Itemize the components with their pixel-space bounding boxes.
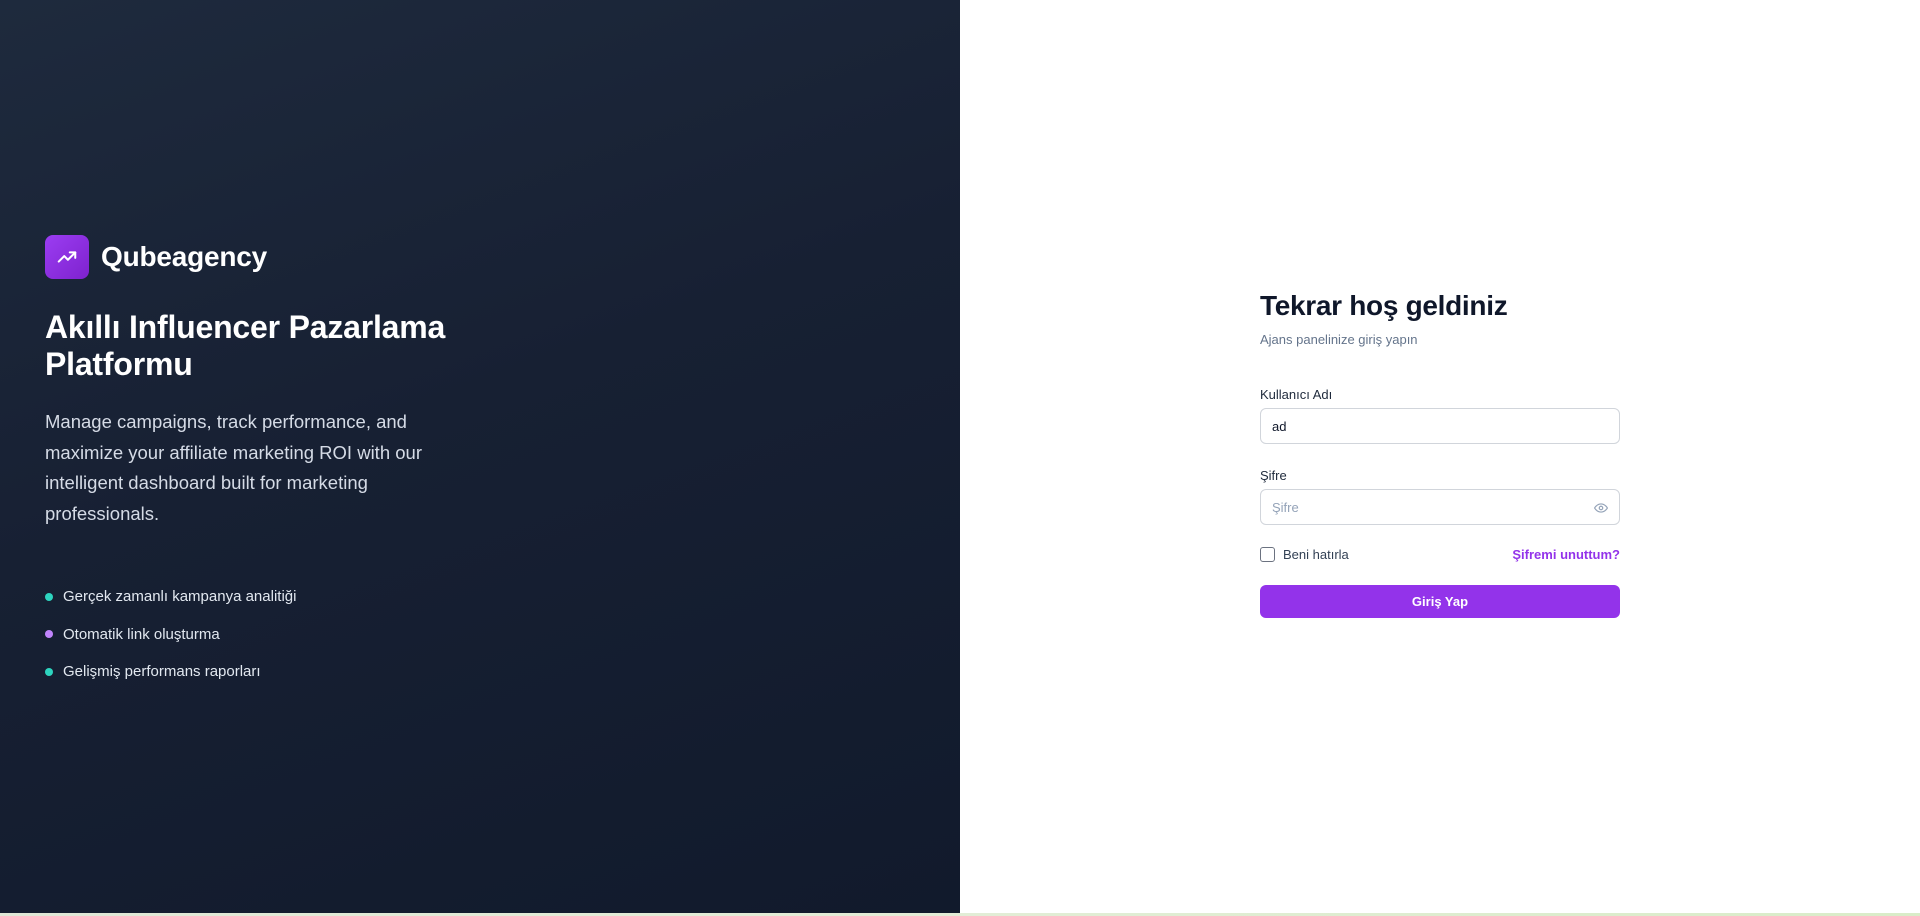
feature-item: Gerçek zamanlı kampanya analitiği xyxy=(45,578,465,616)
feature-label: Otomatik link oluşturma xyxy=(63,625,220,643)
username-input-wrapper xyxy=(1260,408,1620,444)
feature-list: Gerçek zamanlı kampanya analitiği Otomat… xyxy=(45,578,465,691)
feature-label: Gelişmiş performans raporları xyxy=(63,663,261,681)
login-subtitle: Ajans panelinize giriş yapın xyxy=(1260,332,1418,347)
username-input[interactable] xyxy=(1261,409,1619,443)
remember-label: Beni hatırla xyxy=(1283,547,1349,562)
username-label: Kullanıcı Adı xyxy=(1260,387,1333,402)
password-label: Şifre xyxy=(1260,468,1287,483)
password-field-group: Şifre xyxy=(1260,468,1620,525)
brand-name: Qubeagency xyxy=(101,241,268,272)
options-row: Beni hatırla Şifremi unuttum? xyxy=(1260,547,1620,562)
brand: Qubeagency xyxy=(45,235,465,279)
feature-item: Gelişmiş performans raporları xyxy=(45,653,465,691)
password-input-wrapper xyxy=(1260,489,1620,525)
login-form: Tekrar hoş geldiniz Ajans panelinize gir… xyxy=(1260,290,1620,618)
hero-title: Akıllı Influencer Pazarlama Platformu xyxy=(45,309,446,382)
bullet-dot-icon xyxy=(45,667,53,676)
login-panel: Tekrar hoş geldiniz Ajans panelinize gir… xyxy=(960,0,1920,913)
eye-icon[interactable] xyxy=(1593,501,1609,515)
login-button[interactable]: Giriş Yap xyxy=(1260,585,1620,618)
hero-panel: Qubeagency Akıllı Influencer Pazarlama P… xyxy=(0,0,960,913)
remember-checkbox[interactable] xyxy=(1260,547,1275,562)
username-field-group: Kullanıcı Adı xyxy=(1260,387,1620,444)
login-title: Tekrar hoş geldiniz xyxy=(1260,290,1508,321)
feature-label: Gerçek zamanlı kampanya analitiği xyxy=(63,588,297,606)
bullet-dot-icon xyxy=(45,630,53,639)
forgot-password-link[interactable]: Şifremi unuttum? xyxy=(1512,547,1620,562)
login-page: Qubeagency Akıllı Influencer Pazarlama P… xyxy=(0,0,1920,916)
hero-content: Qubeagency Akıllı Influencer Pazarlama P… xyxy=(45,235,465,691)
trending-up-icon xyxy=(45,235,89,279)
hero-description: Manage campaigns, track performance, and… xyxy=(45,411,422,524)
bullet-dot-icon xyxy=(45,592,53,601)
password-input[interactable] xyxy=(1261,490,1619,524)
feature-item: Otomatik link oluşturma xyxy=(45,616,465,654)
remember-me[interactable]: Beni hatırla xyxy=(1260,547,1349,562)
